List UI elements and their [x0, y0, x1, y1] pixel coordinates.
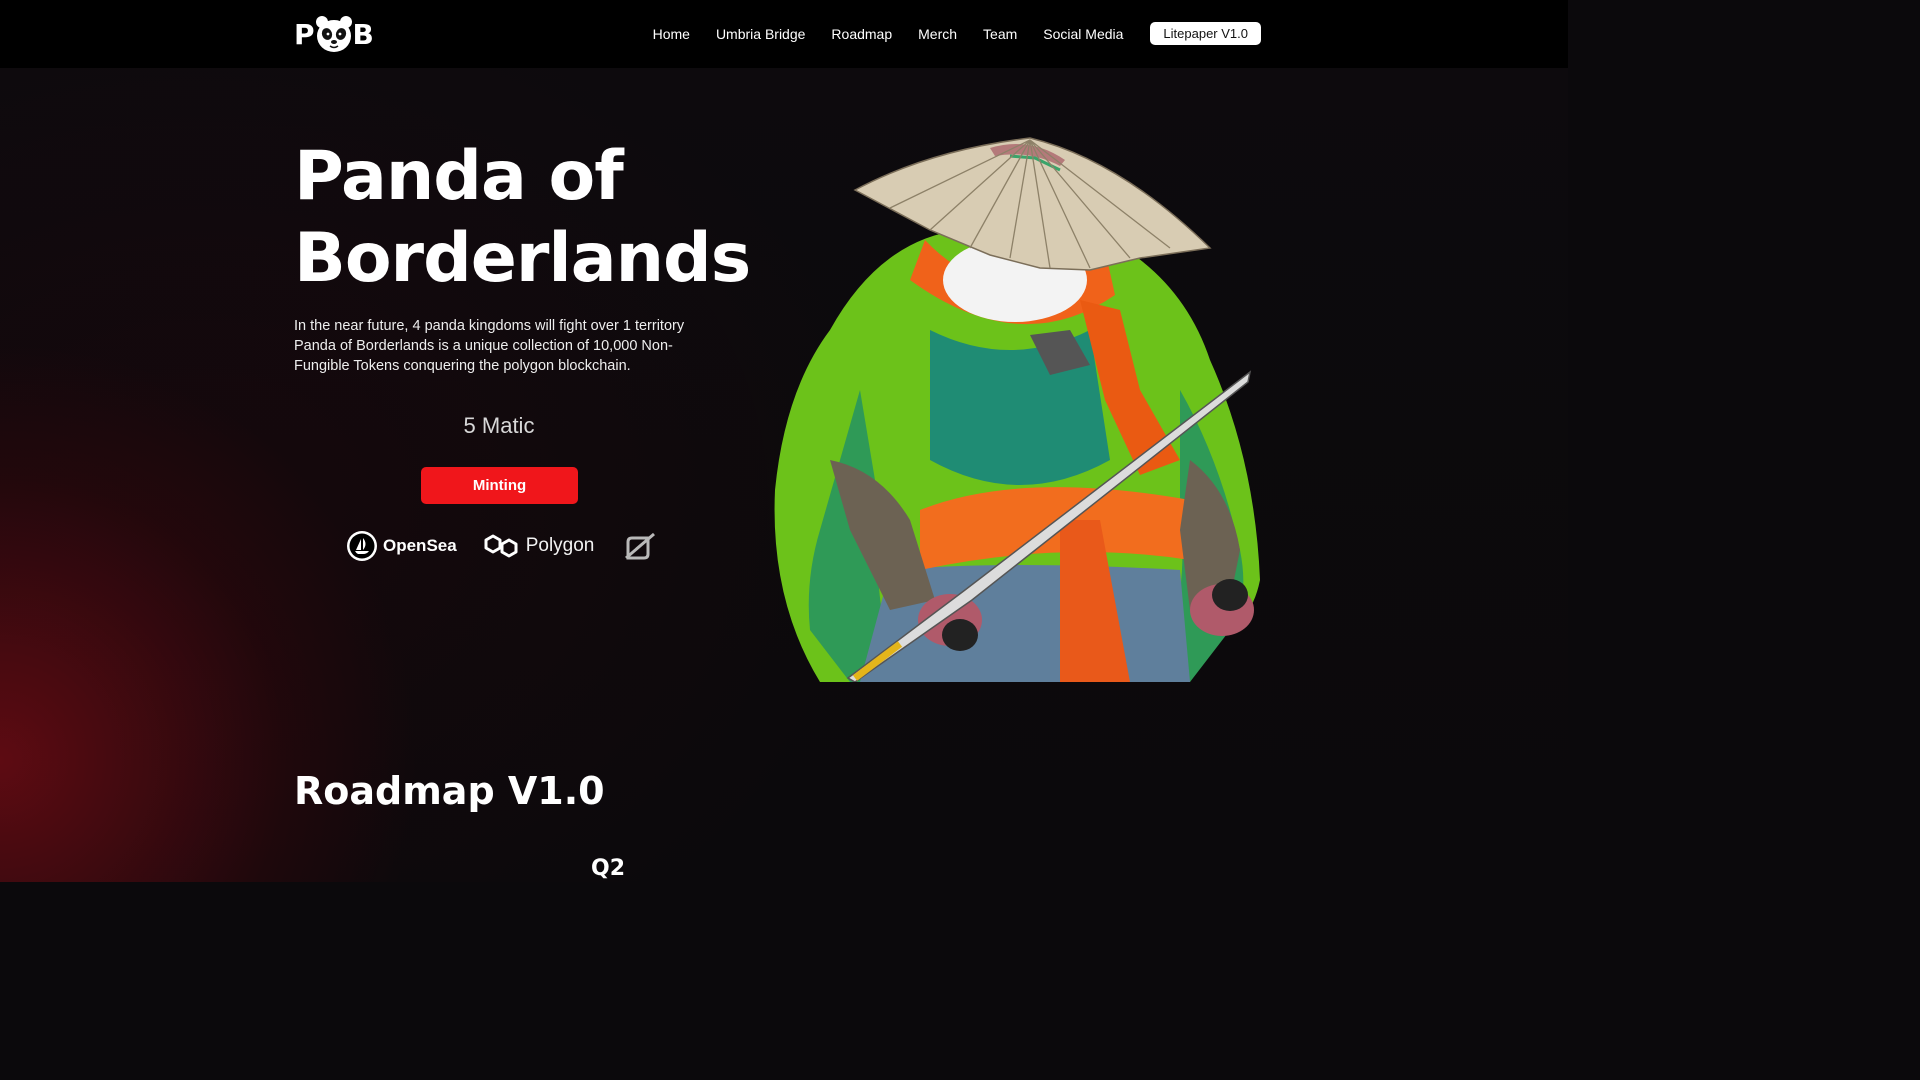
- nav-link-roadmap[interactable]: Roadmap: [831, 26, 892, 42]
- navbar: P B Home Umbria Bridge Roadmap Merch Tea…: [0, 0, 1568, 68]
- marketplace-icon: [625, 532, 656, 560]
- logo-letter-p: P: [294, 17, 315, 51]
- minting-button[interactable]: Minting: [421, 467, 578, 504]
- hero-title-line2: Borderlands: [294, 219, 751, 298]
- samurai-panda-illustration: [774, 137, 1260, 682]
- logo-letter-b: B: [352, 17, 374, 51]
- partner-links: OpenSea Polygon: [346, 528, 658, 564]
- hero-title: Panda of Borderlands: [294, 136, 754, 300]
- nav-link-umbria-bridge[interactable]: Umbria Bridge: [716, 26, 805, 42]
- panda-logo-icon: [315, 16, 352, 52]
- roadmap-quarter-label: Q2: [591, 856, 626, 881]
- roadmap-title: Roadmap V1.0: [294, 769, 605, 813]
- opensea-link[interactable]: OpenSea: [346, 530, 457, 562]
- hero-description: In the near future, 4 panda kingdoms wil…: [294, 318, 685, 374]
- nav-link-merch[interactable]: Merch: [918, 26, 957, 42]
- nftrade-link[interactable]: [622, 530, 658, 562]
- mint-price: 5 Matic: [463, 413, 535, 438]
- hero-title-line1: Panda of: [294, 137, 624, 216]
- opensea-icon: [347, 531, 377, 561]
- polygon-icon: [484, 534, 518, 558]
- main-nav: Home Umbria Bridge Roadmap Merch Team So…: [627, 22, 1261, 45]
- nav-link-home[interactable]: Home: [653, 26, 690, 42]
- opensea-label: OpenSea: [383, 536, 457, 555]
- litepaper-button[interactable]: Litepaper V1.0: [1150, 22, 1261, 45]
- polygon-link[interactable]: Polygon: [482, 529, 595, 563]
- polygon-label: Polygon: [525, 535, 595, 556]
- site-logo[interactable]: P B: [294, 14, 384, 54]
- nav-link-social-media[interactable]: Social Media: [1043, 26, 1123, 42]
- nav-link-team[interactable]: Team: [983, 26, 1017, 42]
